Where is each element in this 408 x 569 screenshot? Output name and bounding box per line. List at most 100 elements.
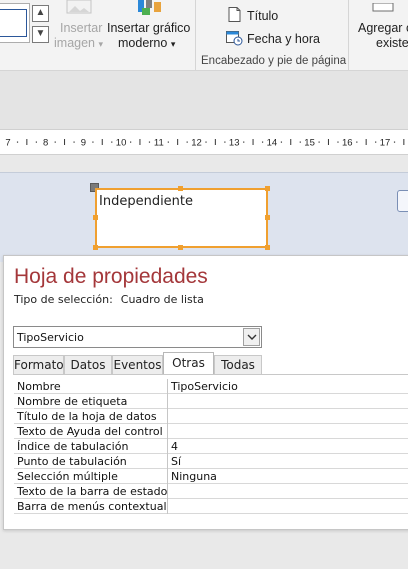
property-row[interactable]: Texto de la barra de estado xyxy=(14,484,408,499)
property-sheet-title: Hoja de propiedades xyxy=(14,265,208,288)
section-gap xyxy=(0,155,408,172)
property-row[interactable]: Nombre de etiqueta xyxy=(14,394,408,409)
property-name: Texto de Ayuda del control xyxy=(14,424,168,439)
ruler-dot xyxy=(54,141,56,143)
property-row[interactable]: Selección múltiple Ninguna xyxy=(14,469,408,484)
ruler-dot xyxy=(186,141,188,143)
selection-type: Tipo de selección: Cuadro de lista xyxy=(14,293,204,306)
ribbon: ▲ ▼ Insertar imagen ▾ Insertar gráfico m… xyxy=(0,0,408,71)
chart-icon[interactable] xyxy=(136,0,164,21)
tab-events[interactable]: Eventos xyxy=(112,355,163,375)
property-name: Selección múltiple xyxy=(14,469,168,484)
gallery-selected-item[interactable] xyxy=(0,9,27,37)
ruler-number: 15 xyxy=(304,138,315,149)
ruler-dot xyxy=(393,141,396,143)
resize-handle-top-middle[interactable] xyxy=(178,186,183,191)
ruler-number: 8 xyxy=(43,138,48,149)
insert-chart-label[interactable]: Insertar gráfico xyxy=(107,21,190,35)
access-window: ▲ ▼ Insertar imagen ▾ Insertar gráfico m… xyxy=(0,0,408,569)
property-name: Texto de la barra de estado xyxy=(14,484,168,499)
ruler-scale: 7 8 9 10 11 12 13 14 15 16 17 xyxy=(5,138,405,149)
gallery-scroll-up-button[interactable]: ▲ xyxy=(32,5,49,22)
object-selector-value: TipoServicio xyxy=(17,331,84,344)
add-existing-fields-label-line2[interactable]: existe xyxy=(376,36,408,50)
property-row[interactable]: Barra de menús contextuales xyxy=(14,499,408,514)
ruler-dot xyxy=(337,141,339,143)
property-name: Barra de menús contextuales xyxy=(14,499,168,514)
ruler-number: 10 xyxy=(116,138,127,149)
ruler-dot xyxy=(375,141,377,143)
controls-gallery[interactable] xyxy=(0,3,30,43)
ruler-dot xyxy=(73,141,75,143)
property-value[interactable] xyxy=(169,394,408,409)
ruler-dot xyxy=(92,141,94,143)
property-row[interactable]: Título de la hoja de datos xyxy=(14,409,408,424)
tab-strip-border xyxy=(13,374,408,375)
header-footer-group-label: Encabezado y pie de página xyxy=(201,55,347,67)
ruler-dot xyxy=(280,141,283,143)
tab-all[interactable]: Todas xyxy=(214,355,262,375)
date-time-icon[interactable] xyxy=(226,30,243,51)
title-icon[interactable] xyxy=(228,7,241,27)
property-grid: Nombre TipoServicio Nombre de etiqueta T… xyxy=(14,379,408,514)
insert-chart-label-line2[interactable]: moderno ▾ xyxy=(118,36,175,50)
date-time-button[interactable]: Fecha y hora xyxy=(247,32,320,46)
insert-image-label[interactable]: Insertar xyxy=(60,21,102,35)
tab-data[interactable]: Datos xyxy=(64,355,112,375)
insert-image-label-text: imagen xyxy=(54,36,95,50)
ruler-dot xyxy=(205,141,207,143)
ruler-dot xyxy=(111,141,113,143)
ruler-dot xyxy=(35,141,37,143)
title-button[interactable]: Título xyxy=(247,9,278,23)
property-value[interactable]: TipoServicio xyxy=(169,379,408,394)
ruler-dot xyxy=(318,141,320,143)
form-button-control[interactable] xyxy=(397,190,408,212)
chevron-down-icon xyxy=(247,334,257,340)
resize-handle-bottom-middle[interactable] xyxy=(178,245,183,250)
resize-handle-bottom-left[interactable] xyxy=(93,245,98,250)
ruler-dot xyxy=(167,141,169,143)
property-value[interactable] xyxy=(169,424,408,439)
horizontal-ruler[interactable]: 7 8 9 10 11 12 13 14 15 16 17 xyxy=(0,129,408,155)
tab-format[interactable]: Formato xyxy=(13,355,64,375)
property-name: Punto de tabulación xyxy=(14,454,168,469)
ruler-number: 16 xyxy=(342,138,353,149)
property-row[interactable]: Texto de Ayuda del control xyxy=(14,424,408,439)
resize-handle-top-right[interactable] xyxy=(265,186,270,191)
object-selector-combo[interactable]: TipoServicio xyxy=(13,326,262,348)
ruler-dot xyxy=(356,141,358,143)
insert-chart-label-text: moderno xyxy=(118,36,168,50)
property-name: Título de la hoja de datos xyxy=(14,409,168,424)
property-name: Nombre de etiqueta xyxy=(14,394,168,409)
add-fields-icon[interactable] xyxy=(372,0,394,18)
resize-handle-bottom-right[interactable] xyxy=(265,245,270,250)
ruler-number: 9 xyxy=(81,138,86,149)
group-separator xyxy=(348,0,349,70)
property-value[interactable]: Ninguna xyxy=(169,469,408,484)
ruler-number: 14 xyxy=(267,138,278,149)
selected-control[interactable]: Independiente xyxy=(95,188,268,248)
resize-handle-middle-right[interactable] xyxy=(265,215,270,220)
ruler-dot xyxy=(224,141,226,143)
ruler-number: 12 xyxy=(191,138,202,149)
property-value[interactable] xyxy=(169,409,408,424)
resize-handle-middle-left[interactable] xyxy=(93,215,98,220)
property-row[interactable]: Índice de tabulación 4 xyxy=(14,439,408,454)
insert-image-label-line2[interactable]: imagen ▾ xyxy=(54,36,103,50)
property-name: Nombre xyxy=(14,379,168,394)
property-value[interactable] xyxy=(169,499,408,514)
add-existing-fields-label[interactable]: Agregar c xyxy=(358,21,408,35)
ruler-number: 11 xyxy=(154,138,164,149)
property-row[interactable]: Nombre TipoServicio xyxy=(14,379,408,394)
property-value[interactable]: Sí xyxy=(169,454,408,469)
tab-other[interactable]: Otras xyxy=(163,352,214,375)
property-value[interactable]: 4 xyxy=(169,439,408,454)
property-value[interactable] xyxy=(169,484,408,499)
ruler-number: 7 xyxy=(5,138,10,149)
property-row[interactable]: Punto de tabulación Sí xyxy=(14,454,408,469)
selection-type-value: Cuadro de lista xyxy=(120,293,204,306)
gallery-scroll-down-button[interactable]: ▼ xyxy=(32,26,49,43)
object-selector-dropdown-button[interactable] xyxy=(243,328,260,346)
insert-image-icon[interactable] xyxy=(66,0,92,19)
selection-type-label: Tipo de selección: xyxy=(14,293,113,306)
